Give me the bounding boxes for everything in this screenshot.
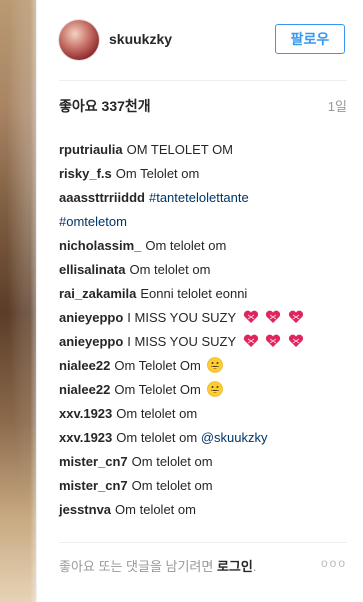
comment-text: Om telolet om bbox=[116, 430, 198, 445]
login-link[interactable]: 로그인 bbox=[217, 559, 253, 574]
comment-user[interactable]: xxv.1923 bbox=[59, 430, 112, 445]
comment-text: Om telolet om bbox=[145, 238, 227, 253]
post-photo[interactable] bbox=[0, 0, 36, 602]
comment-user[interactable]: rai_zakamila bbox=[59, 286, 136, 301]
comment: nialee22 Om Telolet Om bbox=[59, 378, 347, 402]
comment: aaassttrriiddd #tantetelolettante #omtele… bbox=[59, 186, 347, 234]
username-link[interactable]: skuukzky bbox=[109, 31, 172, 47]
comment: rai_zakamila Eonni telolet eonni bbox=[59, 282, 347, 306]
comment-text: I MISS YOU SUZY bbox=[127, 310, 236, 325]
comment: anieyeppo I MISS YOU SUZY bbox=[59, 306, 347, 330]
divider bbox=[59, 80, 347, 81]
likes-count[interactable]: 좋아요 337천개 bbox=[59, 96, 151, 116]
comment: mister_cn7 Om telolet om bbox=[59, 450, 347, 474]
comment: mister_cn7 Om telolet om bbox=[59, 474, 347, 498]
comment-text: Om telolet om bbox=[116, 406, 198, 421]
comment-user[interactable]: anieyeppo bbox=[59, 310, 123, 325]
post-side-panel: skuukzky 팔로우 좋아요 337천개 1일 rputriaulia OM … bbox=[36, 0, 363, 602]
comment-text: Om telolet om bbox=[129, 262, 211, 277]
comment-user[interactable]: jesstnva bbox=[59, 502, 111, 517]
comment-user[interactable]: anieyeppo bbox=[59, 334, 123, 349]
post-age[interactable]: 1일 bbox=[328, 96, 347, 115]
comment-user[interactable]: nialee22 bbox=[59, 358, 110, 373]
comment: nialee22 Om Telolet Om bbox=[59, 354, 347, 378]
post-header: skuukzky 팔로우 bbox=[37, 0, 363, 80]
comment-text: Om telolet om bbox=[131, 454, 213, 469]
comment-list: rputriaulia OM TELOLET OM risky_f.s Om Tel… bbox=[59, 138, 347, 522]
growing-heart-icon bbox=[288, 310, 303, 323]
divider bbox=[59, 542, 347, 543]
login-prompt-text: 좋아요 또는 댓글을 남기려면 bbox=[59, 559, 217, 574]
growing-heart-icon bbox=[243, 334, 258, 347]
comment: ellisalinata Om telolet om bbox=[59, 258, 347, 282]
grinning-face-icon bbox=[207, 381, 224, 397]
follow-button[interactable]: 팔로우 bbox=[275, 24, 345, 54]
growing-heart-icon bbox=[266, 310, 281, 323]
comment-user[interactable]: nialee22 bbox=[59, 382, 110, 397]
comment-text: Om Telolet Om bbox=[114, 358, 201, 373]
comment-login-prompt: 좋아요 또는 댓글을 남기려면 로그인. ooo bbox=[59, 556, 347, 576]
comment-user[interactable]: ellisalinata bbox=[59, 262, 125, 277]
growing-heart-icon bbox=[266, 334, 281, 347]
growing-heart-icon bbox=[243, 310, 258, 323]
comment-user[interactable]: nicholassim_ bbox=[59, 238, 141, 253]
grinning-face-icon bbox=[207, 357, 224, 373]
login-prompt-period: . bbox=[252, 559, 257, 574]
comment-text: I MISS YOU SUZY bbox=[127, 334, 236, 349]
comment: rputriaulia OM TELOLET OM bbox=[59, 138, 347, 162]
comment-user[interactable]: mister_cn7 bbox=[59, 454, 128, 469]
hashtag-link[interactable]: #omteletom bbox=[59, 214, 127, 229]
comment: risky_f.s Om Telolet om bbox=[59, 162, 347, 186]
comment: jesstnva Om telolet om bbox=[59, 498, 347, 522]
comment-user[interactable]: aaassttrriiddd bbox=[59, 190, 145, 205]
comment-user[interactable]: xxv.1923 bbox=[59, 406, 112, 421]
comment-user[interactable]: rputriaulia bbox=[59, 142, 123, 157]
growing-heart-icon bbox=[288, 334, 303, 347]
hashtag-link[interactable]: #tantetelolettante bbox=[149, 190, 249, 205]
comment-user[interactable]: risky_f.s bbox=[59, 166, 112, 181]
comment-user[interactable]: mister_cn7 bbox=[59, 478, 128, 493]
likes-row: 좋아요 337천개 1일 bbox=[59, 96, 347, 116]
mention-link[interactable]: @skuukzky bbox=[201, 430, 268, 445]
comment: xxv.1923 Om telolet om bbox=[59, 402, 347, 426]
comment: nicholassim_ Om telolet om bbox=[59, 234, 347, 258]
comment: anieyeppo I MISS YOU SUZY bbox=[59, 330, 347, 354]
comment-text: OM TELOLET OM bbox=[126, 142, 234, 157]
comment-text: Om telolet om bbox=[131, 478, 213, 493]
more-options-icon[interactable]: ooo bbox=[321, 556, 347, 570]
comment-text: Om Telolet om bbox=[115, 166, 200, 181]
avatar[interactable] bbox=[59, 20, 99, 60]
comment-text: Om telolet om bbox=[115, 502, 196, 517]
comment-text: Om Telolet Om bbox=[114, 382, 201, 397]
comment: xxv.1923 Om telolet om @skuukzky bbox=[59, 426, 347, 450]
comment-text: Eonni telolet eonni bbox=[140, 286, 248, 301]
